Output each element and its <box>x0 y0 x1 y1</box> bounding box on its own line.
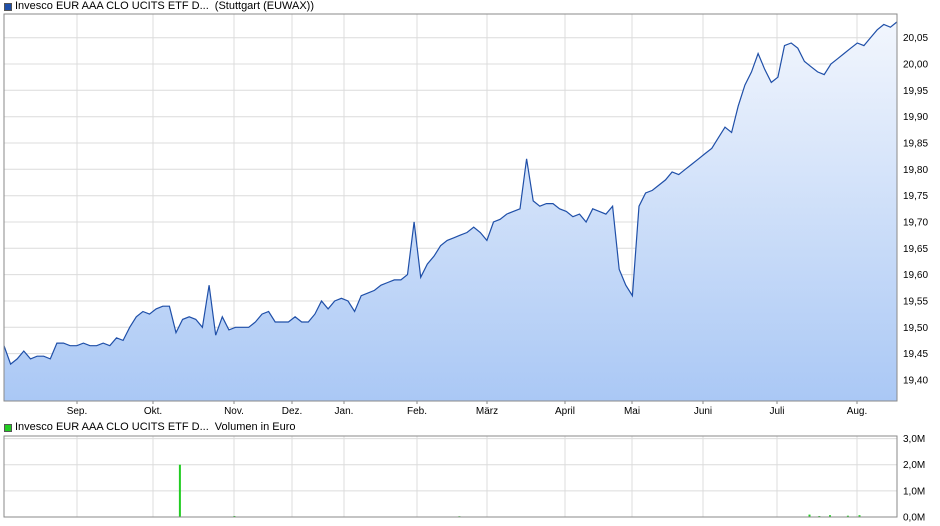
volume-y-axis: 0,0M 1,0M 2,0M 3,0M <box>903 434 925 523</box>
x-tick-label: Aug. <box>847 406 868 417</box>
y-tick-label: 19,80 <box>903 165 928 176</box>
volume-y-tick-label: 3,0M <box>903 434 925 445</box>
y-tick-label: 19,90 <box>903 112 928 123</box>
y-tick-label: 20,05 <box>903 33 928 44</box>
x-tick-label: Juni <box>694 406 712 417</box>
x-tick-label: Mai <box>624 406 640 417</box>
volume-y-tick-label: 0,0M <box>903 513 925 524</box>
x-tick-label: Okt. <box>144 406 162 417</box>
x-tick-label: Dez. <box>282 406 303 417</box>
y-tick-label: 19,70 <box>903 218 928 229</box>
y-tick-label: 19,65 <box>903 244 928 255</box>
chart-canvas: Sep. Okt. Nov. Dez. Jan. Feb. März April Mai Juni… <box>3 13 928 524</box>
x-tick-label: Nov. <box>224 406 244 417</box>
x-tick-label: Jan. <box>335 406 354 417</box>
x-tick-label: Juli <box>769 406 784 417</box>
volume-plot-frame <box>3 435 898 518</box>
price-area <box>4 21 897 402</box>
y-tick-label: 19,60 <box>903 270 928 281</box>
y-tick-label: 20,00 <box>903 60 928 71</box>
y-tick-label: 19,85 <box>903 139 928 150</box>
y-tick-label: 19,95 <box>903 86 928 97</box>
volume-y-tick-label: 1,0M <box>903 486 925 497</box>
y-tick-label: 19,40 <box>903 375 928 386</box>
x-tick-label: April <box>555 406 575 417</box>
price-x-axis: Sep. Okt. Nov. Dez. Jan. Feb. März April Mai Juni… <box>67 401 868 417</box>
x-tick-label: Sep. <box>67 406 88 417</box>
y-tick-label: 19,50 <box>903 323 928 334</box>
y-tick-label: 19,45 <box>903 349 928 360</box>
volume-bar <box>178 464 181 517</box>
x-tick-label: März <box>476 406 498 417</box>
volume-y-tick-label: 2,0M <box>903 460 925 471</box>
volume-grid <box>4 436 897 518</box>
y-tick-label: 19,75 <box>903 191 928 202</box>
x-tick-label: Feb. <box>407 406 427 417</box>
price-y-axis: 19,40 19,45 19,50 19,55 19,60 19,65 19,70 19,75… <box>903 33 928 386</box>
y-tick-label: 19,55 <box>903 297 928 308</box>
